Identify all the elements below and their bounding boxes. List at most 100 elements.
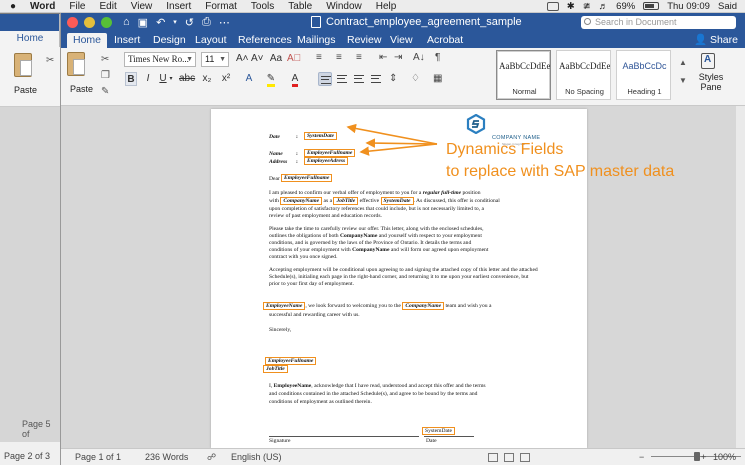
menubar-user[interactable]: Said (718, 1, 737, 12)
highlight-icon[interactable]: ✎ (263, 72, 279, 87)
line-spacing-icon[interactable]: ⇕ (389, 73, 397, 84)
show-formatting-icon[interactable]: ¶ (435, 52, 440, 63)
underline-dropdown-icon[interactable]: ▾ (168, 72, 174, 86)
superscript-button[interactable]: x² (219, 72, 233, 86)
date-field[interactable]: SystemDate (304, 132, 338, 140)
decrease-indent-icon[interactable]: ⇤ (379, 52, 387, 63)
tab-acrobat[interactable]: Acrobat (421, 33, 469, 48)
close-button[interactable] (67, 17, 78, 28)
tab-layout[interactable]: Layout (189, 33, 233, 48)
status-page-count[interactable]: Page 1 of 1 (75, 452, 121, 462)
p1-date-field[interactable]: SystemDate (380, 197, 414, 205)
multilevel-list-icon[interactable]: ≡ (356, 52, 362, 63)
redo-icon[interactable]: ↺ (185, 16, 194, 29)
bg-status-page[interactable]: Page 2 of 3 (4, 451, 50, 461)
menu-help[interactable]: Help (376, 1, 397, 12)
battery-percent[interactable]: 69% (616, 1, 635, 12)
undo-dropdown-icon[interactable]: ▾ (173, 18, 177, 29)
p1-company-field[interactable]: CompanyName (280, 197, 323, 205)
signature-title-field[interactable]: JobTitle (263, 365, 288, 373)
screen-mirror-icon[interactable] (546, 1, 559, 11)
menu-format[interactable]: Format (205, 1, 237, 12)
p1-jobtitle-field[interactable]: JobTitle (333, 197, 359, 205)
numbering-icon[interactable]: ≡ (336, 52, 342, 63)
menu-table[interactable]: Table (288, 1, 312, 12)
zoom-slider-thumb[interactable] (694, 452, 700, 461)
styles-scroll-down-icon[interactable]: ▼ (679, 76, 687, 85)
menu-window[interactable]: Window (326, 1, 362, 12)
bg-cut-icon[interactable]: ✂ (46, 55, 54, 66)
zoom-button[interactable] (101, 17, 112, 28)
apple-icon[interactable]: ● (6, 1, 20, 12)
zoom-out-icon[interactable]: − (639, 452, 644, 462)
address-field[interactable]: EmployeeAdress (304, 157, 349, 165)
menu-tools[interactable]: Tools (251, 1, 274, 12)
borders-icon[interactable]: ▦ (433, 73, 442, 84)
minimize-button[interactable] (84, 17, 95, 28)
format-painter-icon[interactable]: ✎ (101, 86, 109, 97)
home-icon[interactable]: ⌂ (123, 16, 130, 29)
vertical-scrollbar[interactable] (736, 106, 745, 448)
style-no-spacing[interactable]: AaBbCcDdEe No Spacing (556, 50, 611, 100)
tab-home[interactable]: Home (67, 33, 108, 48)
styles-pane-icon[interactable] (701, 53, 715, 69)
styles-pane-button[interactable]: Styles Pane (691, 72, 731, 92)
change-case-icon[interactable]: Aa (269, 52, 283, 66)
style-normal[interactable]: AaBbCcDdEe Normal (496, 50, 551, 100)
paste-icon[interactable] (67, 52, 85, 76)
italic-button[interactable]: I (143, 72, 153, 86)
zoom-level[interactable]: 100% (713, 452, 736, 462)
underline-button[interactable]: U (158, 72, 168, 86)
status-word-count[interactable]: 236 Words (145, 452, 188, 462)
p4-name-field[interactable]: EmployeeName (263, 302, 306, 310)
shading-icon[interactable]: ♢ (411, 73, 420, 84)
battery-icon[interactable] (643, 2, 660, 10)
tab-mailings[interactable]: Mailings (291, 33, 342, 48)
increase-indent-icon[interactable]: ⇥ (394, 52, 402, 63)
document-canvas[interactable]: COMPANY NAME Slogan in tag line Date : S… (61, 106, 745, 448)
font-name-dropdown[interactable]: Times New Ro... ▼ (124, 52, 196, 67)
paste-label[interactable]: Paste (70, 84, 93, 94)
search-in-document-input[interactable]: Search in Document (581, 16, 736, 29)
menu-file[interactable]: File (69, 1, 85, 12)
menu-edit[interactable]: Edit (100, 1, 117, 12)
align-right-button[interactable] (352, 72, 366, 86)
print-icon[interactable]: ⎙ (202, 16, 211, 29)
bg-tab-home[interactable]: Home (10, 31, 50, 47)
font-size-dropdown[interactable]: 11 ▼ (201, 52, 229, 67)
salutation-field[interactable]: EmployeeFullname (281, 174, 333, 182)
subscript-button[interactable]: x₂ (200, 72, 214, 86)
tab-insert[interactable]: Insert (108, 33, 146, 48)
p4-company-field[interactable]: CompanyName (402, 302, 445, 310)
clear-formatting-icon[interactable]: A⃠ (287, 52, 301, 66)
status-language[interactable]: English (US) (231, 452, 282, 462)
share-button[interactable]: 👤 Share (694, 33, 738, 46)
tab-references[interactable]: References (232, 33, 298, 48)
zoom-in-icon[interactable]: + (701, 452, 706, 462)
bullets-icon[interactable]: ≡ (316, 52, 322, 63)
text-effects-icon[interactable]: A (241, 72, 257, 86)
save-icon[interactable]: ▣ (138, 16, 148, 29)
style-heading-1[interactable]: AaBbCcDc Heading 1 (616, 50, 671, 100)
web-layout-view-icon[interactable] (504, 453, 514, 462)
cut-icon[interactable]: ✂ (101, 54, 109, 65)
justify-button[interactable] (369, 72, 383, 86)
volume-icon[interactable]: ♬ (599, 1, 609, 12)
bg-paste-icon[interactable] (14, 53, 32, 77)
wifi-icon[interactable]: ≇ (583, 1, 591, 12)
styles-scroll-up-icon[interactable]: ▲ (679, 58, 687, 67)
grow-font-icon[interactable]: A˄ (236, 52, 249, 66)
shrink-font-icon[interactable]: A˅ (251, 52, 264, 66)
more-icon[interactable]: ⋯ (219, 16, 230, 29)
tab-design[interactable]: Design (147, 33, 192, 48)
menu-app-name[interactable]: Word (30, 1, 55, 12)
tab-view[interactable]: View (384, 33, 419, 48)
read-mode-view-icon[interactable] (520, 453, 530, 462)
tab-review[interactable]: Review (341, 33, 387, 48)
strikethrough-button[interactable]: abc (179, 72, 195, 86)
bottom-date-field[interactable]: SystemDate (422, 427, 456, 435)
background-window[interactable]: Home Paste ✂ Page 5 of Page 2 of 3 (0, 14, 60, 465)
proofing-icon[interactable]: ☍ (207, 452, 216, 463)
align-left-button[interactable] (318, 72, 332, 86)
undo-icon[interactable]: ↶ (156, 16, 165, 29)
